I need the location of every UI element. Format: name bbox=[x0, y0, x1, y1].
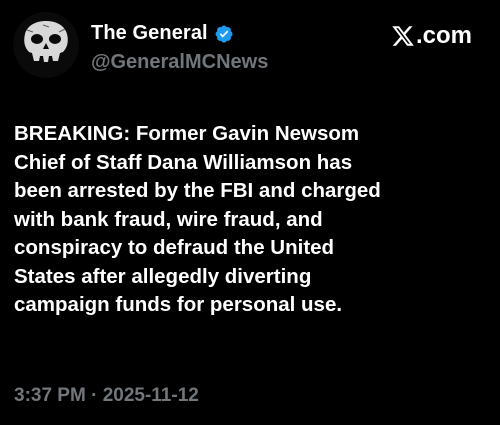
tweet-text: BREAKING: Former Gavin Newsom Chief of S… bbox=[14, 120, 484, 320]
author-display-name[interactable]: The General bbox=[91, 22, 208, 45]
verified-badge-icon bbox=[214, 24, 234, 44]
tweet-text-line: Chief of Staff Dana Williamson has bbox=[14, 150, 353, 174]
tweet-card: The General @GeneralMCNews .com BREAKING… bbox=[0, 0, 500, 425]
tweet-text-line: been arrested by the FBI and charged bbox=[14, 179, 381, 202]
brand-suffix: .com bbox=[415, 22, 472, 49]
avatar[interactable] bbox=[13, 12, 79, 78]
tweet-timestamp[interactable]: 3:37 PM · 2025-11-12 bbox=[14, 385, 199, 407]
author-name-row: The General bbox=[91, 22, 234, 45]
tweet-text-line: conspiracy to defraud the United bbox=[14, 236, 335, 259]
x-brand: .com bbox=[391, 22, 472, 50]
tweet-text-line: with bank fraud, wire fraud, and bbox=[14, 207, 323, 231]
tweet-text-line: campaign funds for personal use. bbox=[14, 293, 343, 316]
x-logo-icon bbox=[391, 24, 415, 48]
author-handle[interactable]: @GeneralMCNews bbox=[91, 51, 268, 74]
tweet-text-line: BREAKING: Former Gavin Newsom bbox=[14, 122, 360, 145]
tweet-text-line: States after allegedly diverting bbox=[14, 264, 312, 288]
skull-avatar-icon bbox=[13, 12, 79, 78]
